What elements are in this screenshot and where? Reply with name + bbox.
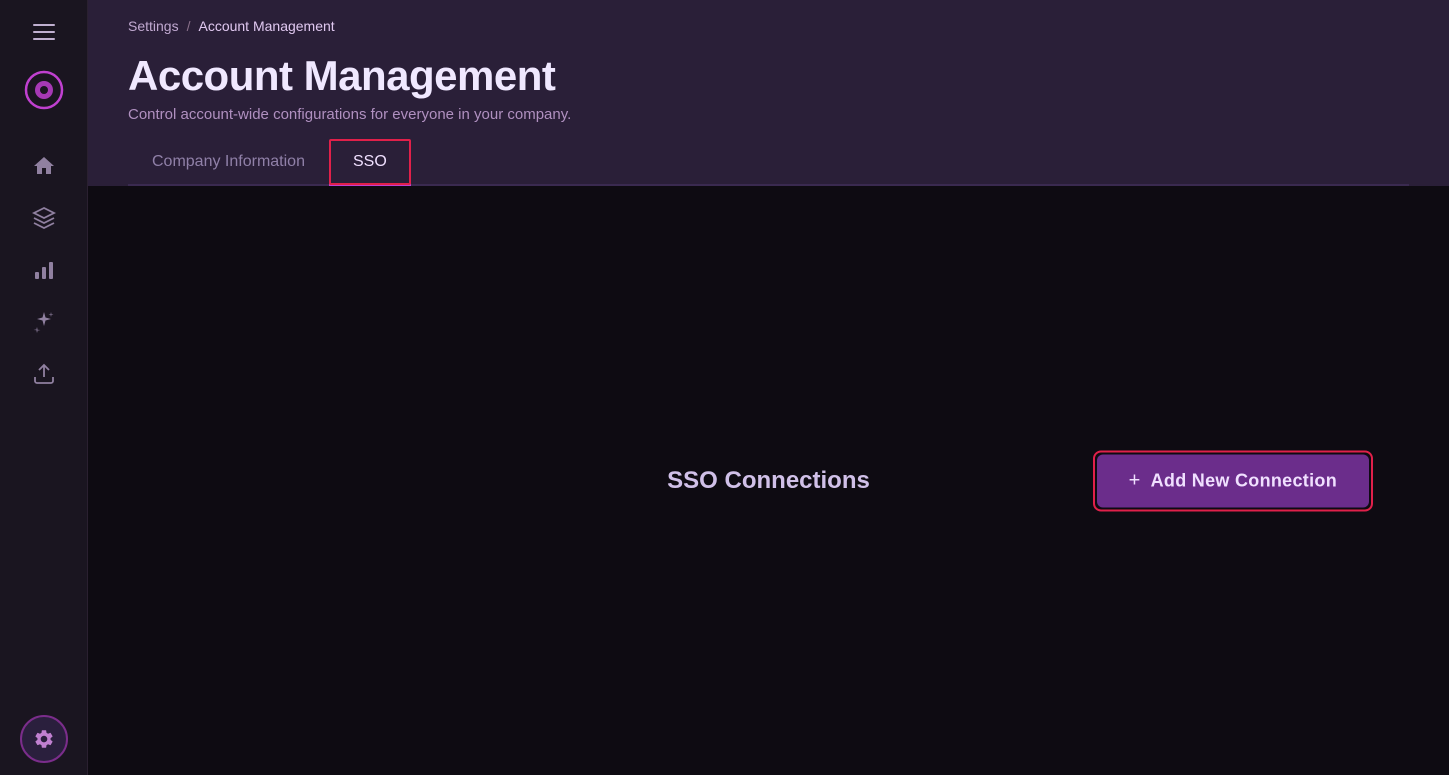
add-connection-label: Add New Connection bbox=[1151, 470, 1337, 491]
sidebar-bottom bbox=[20, 715, 68, 763]
settings-button[interactable] bbox=[20, 715, 68, 763]
sidebar-item-home[interactable] bbox=[22, 144, 66, 188]
tabs: Company Information SSO bbox=[128, 143, 1409, 186]
breadcrumb-current: Account Management bbox=[198, 18, 334, 34]
content-area: SSO Connections + Add New Connection bbox=[88, 186, 1449, 775]
plus-icon: + bbox=[1129, 471, 1141, 491]
page-title: Account Management bbox=[128, 52, 1409, 100]
sidebar-item-sparkle[interactable] bbox=[22, 300, 66, 344]
add-connection-wrapper: + Add New Connection bbox=[1097, 454, 1369, 507]
sidebar-item-analytics[interactable] bbox=[22, 248, 66, 292]
add-connection-button[interactable]: + Add New Connection bbox=[1097, 454, 1369, 507]
sso-connections-label: SSO Connections bbox=[667, 467, 870, 495]
page-subtitle: Control account-wide configurations for … bbox=[128, 106, 1409, 123]
breadcrumb: Settings / Account Management bbox=[128, 0, 1409, 44]
tab-company-information[interactable]: Company Information bbox=[128, 143, 329, 186]
sidebar-nav bbox=[22, 144, 66, 715]
header-area: Settings / Account Management Account Ma… bbox=[88, 0, 1449, 186]
hamburger-menu[interactable] bbox=[24, 12, 64, 52]
tab-sso[interactable]: SSO bbox=[329, 143, 411, 186]
breadcrumb-separator: / bbox=[187, 18, 191, 34]
main-content: Settings / Account Management Account Ma… bbox=[88, 0, 1449, 775]
sidebar-item-upload[interactable] bbox=[22, 352, 66, 396]
sidebar bbox=[0, 0, 88, 775]
app-logo bbox=[22, 68, 66, 112]
breadcrumb-parent[interactable]: Settings bbox=[128, 18, 179, 34]
sidebar-item-cube[interactable] bbox=[22, 196, 66, 240]
